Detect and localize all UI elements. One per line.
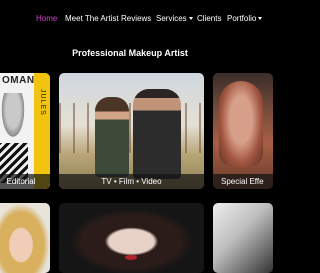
nav-services[interactable]: Services (156, 14, 193, 24)
nav-reviews[interactable]: Reviews (121, 14, 151, 24)
tv-photo-background (59, 103, 204, 153)
portfolio-card-photo[interactable] (59, 203, 204, 273)
portfolio-card-photo[interactable] (0, 203, 50, 273)
portfolio-card-label: Editorial (0, 174, 50, 189)
page-heading: Professional Makeup Artist (72, 48, 188, 58)
portfolio-card-photo[interactable] (213, 203, 273, 273)
portfolio-card-tv-film-video[interactable]: TV • Film • Video (59, 73, 204, 189)
editorial-photo-figure (0, 93, 26, 141)
nav-home[interactable]: Home (36, 14, 57, 24)
portfolio-card-special-effects[interactable]: Special Effe (213, 73, 273, 189)
chevron-down-icon (258, 17, 263, 20)
portfolio-card-label: TV • Film • Video (59, 174, 204, 189)
sfx-photo-face (219, 81, 263, 167)
nav-clients[interactable]: Clients (197, 14, 221, 24)
chevron-down-icon (188, 17, 193, 20)
nav-portfolio[interactable]: Portfolio (227, 14, 263, 24)
nav-meet-the-artist[interactable]: Meet The Artist (65, 14, 119, 24)
portfolio-card-editorial[interactable]: OMAN JULES Editorial (0, 73, 50, 189)
tv-photo-actress (95, 97, 129, 177)
vintage-photo-lips (125, 255, 137, 260)
nav-services-label: Services (156, 14, 187, 23)
top-navigation: Home Meet The Artist Reviews Services Cl… (0, 0, 263, 40)
magazine-vertical-text: JULES (39, 89, 46, 116)
tv-photo-actor (133, 89, 181, 179)
portfolio-card-label: Special Effe (213, 174, 273, 189)
nav-portfolio-label: Portfolio (227, 14, 257, 23)
magazine-title-text: OMAN (2, 75, 35, 86)
